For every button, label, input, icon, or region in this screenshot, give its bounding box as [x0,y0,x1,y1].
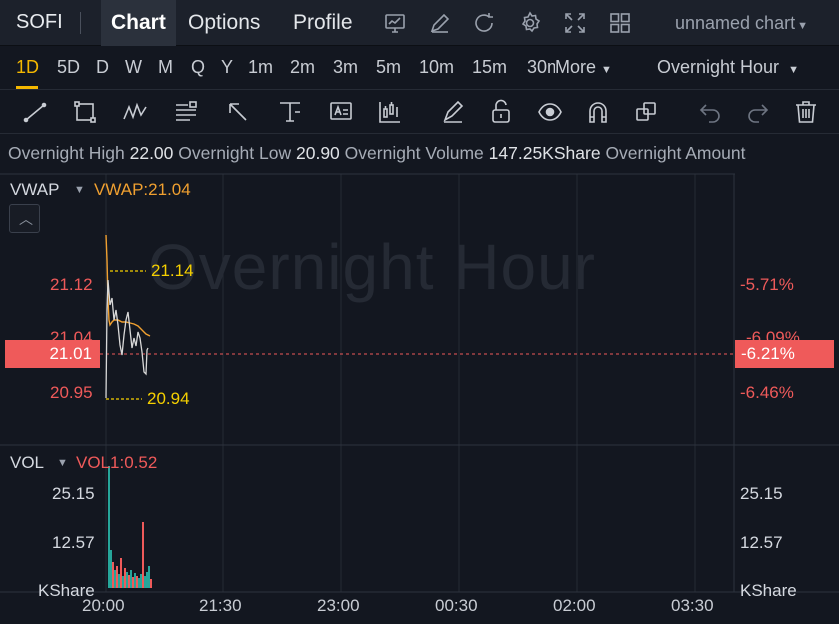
price-tick-left: 21.04 [50,328,93,340]
layers-icon[interactable] [633,99,659,125]
time-tick: 02:00 [553,596,596,615]
candles-icon[interactable] [377,99,403,125]
refresh-icon[interactable] [472,11,496,35]
chart-area[interactable]: Overnight Hour VWAP ▼ VWAP:21.04 ︿ 21.12… [0,170,839,624]
more-label: More [555,57,597,77]
chevron-down-icon: ▼ [797,20,808,32]
current-price-tag: 21.01 [5,340,100,368]
period-10m[interactable]: 10m [419,57,454,78]
volume-tick-right: 25.15 [740,484,783,503]
chevron-up-icon: ︿ [19,211,33,227]
period-5d[interactable]: 5D [57,57,80,78]
chart-name-dropdown[interactable]: unnamed chart ▼ [675,13,808,34]
price-tick-left: 20.95 [50,383,93,402]
overnight-high-label: Overnight High [8,143,125,163]
pattern-icon[interactable] [122,99,148,125]
period-15m[interactable]: 15m [472,57,507,78]
active-period-indicator [16,86,38,89]
overnight-high-value: 22.00 [129,143,174,163]
undo-icon[interactable] [697,99,723,125]
volume-tick-left: 12.57 [52,533,95,552]
volume-unit-right: KShare [740,581,797,600]
vwap-indicator-label[interactable]: VWAP [10,180,59,200]
session-label: Overnight Hour [657,57,780,77]
low-marker-label: 20.94 [147,389,190,408]
period-30m[interactable]: 30m [527,57,555,78]
price-tick-left: 21.12 [50,275,93,294]
volume-tick-left: 25.15 [52,484,95,503]
time-tick: 21:30 [199,596,242,615]
arrow-icon[interactable] [225,99,251,125]
period-y[interactable]: Y [221,57,233,78]
tab-profile[interactable]: Profile [283,0,363,46]
session-stats: Overnight High 22.00 Overnight Low 20.90… [8,143,746,164]
edit-icon[interactable] [428,11,452,35]
layout-grid-icon[interactable] [608,11,632,35]
overnight-low-value: 20.90 [296,143,340,163]
more-periods-dropdown[interactable]: More ▼ [555,57,612,78]
tab-options[interactable]: Options [178,0,270,46]
vol-indicator-value: VOL1:0.52 [76,453,158,472]
ticker-symbol[interactable]: SOFI [16,11,63,34]
price-range-icon[interactable] [277,99,303,125]
text-note-icon[interactable] [173,99,199,125]
chevron-down-icon: ▼ [601,64,612,76]
session-dropdown[interactable]: Overnight Hour ▼ [657,57,799,78]
visibility-icon[interactable] [537,99,563,125]
period-1d[interactable]: 1D [16,57,39,78]
period-bar: 1D 5D D W M Q Y 1m 2m 3m 5m 10m 15m 30m … [0,46,839,90]
chevron-down-icon[interactable]: ▼ [57,457,68,469]
time-tick: 20:00 [82,596,125,615]
overnight-volume-value: 147.25KShare [488,143,601,163]
volume-tick-right: 12.57 [740,533,783,552]
drawing-toolbar [0,90,839,134]
percent-tick-right: -5.71% [740,275,794,294]
analysis-icon[interactable] [383,11,407,35]
trash-icon[interactable] [793,99,819,125]
time-tick: 03:30 [671,596,714,615]
overnight-low-label: Overnight Low [178,143,292,163]
fullscreen-icon[interactable] [563,11,587,35]
period-w[interactable]: W [125,57,142,78]
chart-name-label: unnamed chart [675,13,796,33]
period-q[interactable]: Q [191,57,205,78]
chevron-down-icon[interactable]: ▼ [74,184,85,196]
percent-tick-right: -6.09% [746,328,800,340]
vol-indicator-label[interactable]: VOL [10,453,44,473]
high-marker-label: 21.14 [151,261,194,280]
chevron-down-icon: ▼ [788,64,799,76]
text-label-icon[interactable] [328,99,354,125]
period-m[interactable]: M [158,57,173,78]
overnight-amount-label: Overnight Amount [605,143,746,163]
tab-chart[interactable]: Chart [101,0,176,46]
rectangle-icon[interactable] [72,99,98,125]
brush-icon[interactable] [440,99,466,125]
divider [80,12,81,34]
current-change-tag: -6.21% [735,340,834,368]
period-1m[interactable]: 1m [248,57,273,78]
time-tick: 23:00 [317,596,360,615]
magnet-icon[interactable] [585,99,611,125]
collapse-panel-button[interactable]: ︿ [9,204,40,233]
lock-icon[interactable] [488,99,514,125]
overnight-volume-label: Overnight Volume [344,143,484,163]
trend-line-icon[interactable] [22,99,48,125]
period-d[interactable]: D [96,57,109,78]
percent-tick-right: -6.46% [740,383,794,402]
period-5m[interactable]: 5m [376,57,401,78]
top-bar: SOFI Chart Options Profile unnamed chart… [0,0,839,46]
redo-icon[interactable] [745,99,771,125]
session-watermark: Overnight Hour [148,231,596,303]
vwap-indicator-value: VWAP:21.04 [94,180,191,199]
time-tick: 00:30 [435,596,478,615]
settings-icon[interactable] [518,11,542,35]
period-3m[interactable]: 3m [333,57,358,78]
period-2m[interactable]: 2m [290,57,315,78]
